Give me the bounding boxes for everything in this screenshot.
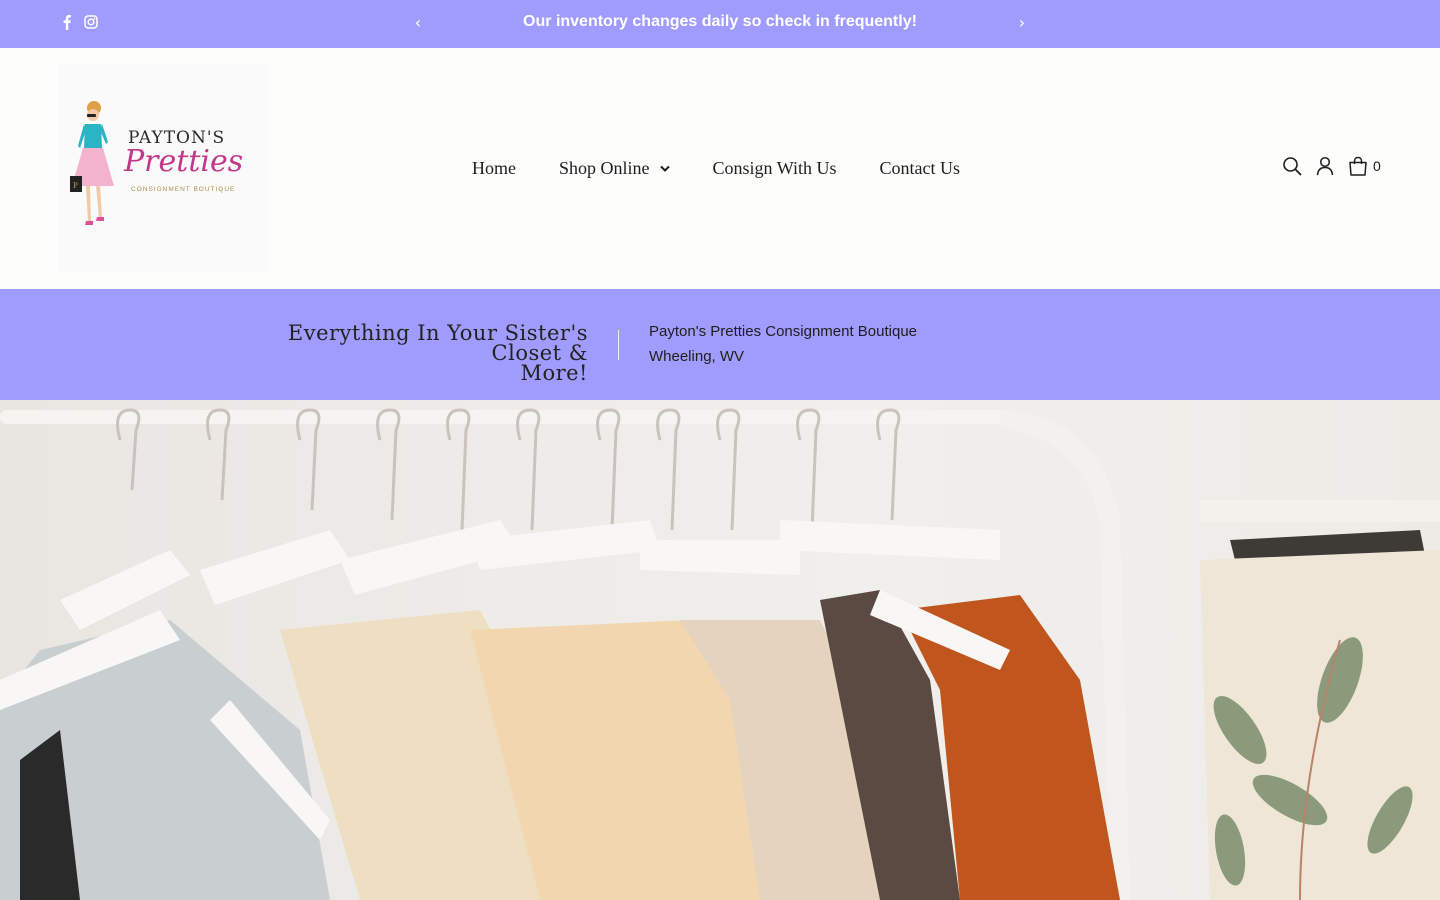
store-info: Payton's Pretties Consignment Boutique W… — [649, 319, 917, 369]
fashion-figure-illustration: P — [70, 101, 114, 225]
site-logo[interactable]: P PAYTON'S Pretties CONSIGNMENT BOUTIQUE — [58, 64, 268, 272]
nav-item-label: Contact Us — [879, 158, 960, 178]
instagram-icon[interactable] — [84, 14, 98, 30]
store-name: Payton's Pretties Consignment Boutique — [649, 323, 918, 340]
tagline-band: Everything In Your Sister's Closet & Mor… — [0, 289, 1440, 400]
cart-count: 0 — [1373, 158, 1381, 174]
band-divider — [618, 330, 619, 360]
svg-text:P: P — [73, 182, 78, 190]
search-icon[interactable] — [1282, 156, 1302, 176]
chevron-down-icon — [659, 165, 670, 172]
logo-text-line3: CONSIGNMENT BOUTIQUE — [131, 186, 236, 193]
announcement-prev-arrow[interactable]: ‹ — [412, 14, 424, 32]
tagline: Everything In Your Sister's Closet & Mor… — [228, 321, 588, 385]
header-tools: 0 — [1282, 156, 1381, 176]
nav-item-label: Home — [472, 158, 516, 178]
cart-icon — [1349, 156, 1367, 176]
tagline-line1: Everything In Your Sister's Closet & — [287, 321, 588, 365]
nav-item-shop-online[interactable]: Shop Online — [559, 158, 670, 179]
nav-item-label: Shop Online — [559, 158, 650, 178]
nav-item-contact-us[interactable]: Contact Us — [879, 158, 960, 179]
announcement-bar: ‹ Our inventory changes daily so check i… — [0, 0, 1440, 48]
hero-image — [0, 400, 1440, 900]
main-nav: Home Shop Online Consign With Us Contact… — [472, 158, 960, 179]
facebook-icon[interactable] — [60, 14, 74, 30]
tagline-line2: More! — [520, 361, 588, 385]
announcement-message: Our inventory changes daily so check in … — [523, 13, 917, 30]
store-location: Wheeling, WV — [649, 348, 745, 365]
social-links — [60, 14, 98, 30]
announcement-next-arrow[interactable]: › — [1016, 14, 1028, 32]
account-icon[interactable] — [1315, 156, 1335, 176]
site-header: P PAYTON'S Pretties CONSIGNMENT BOUTIQUE… — [0, 48, 1440, 289]
nav-item-label: Consign With Us — [712, 158, 837, 178]
nav-item-home[interactable]: Home — [472, 158, 516, 179]
clothing-rack-illustration — [0, 400, 1440, 900]
nav-item-consign-with-us[interactable]: Consign With Us — [713, 158, 837, 179]
cart-button[interactable]: 0 — [1348, 156, 1381, 176]
logo-text-line2: Pretties — [124, 144, 244, 179]
